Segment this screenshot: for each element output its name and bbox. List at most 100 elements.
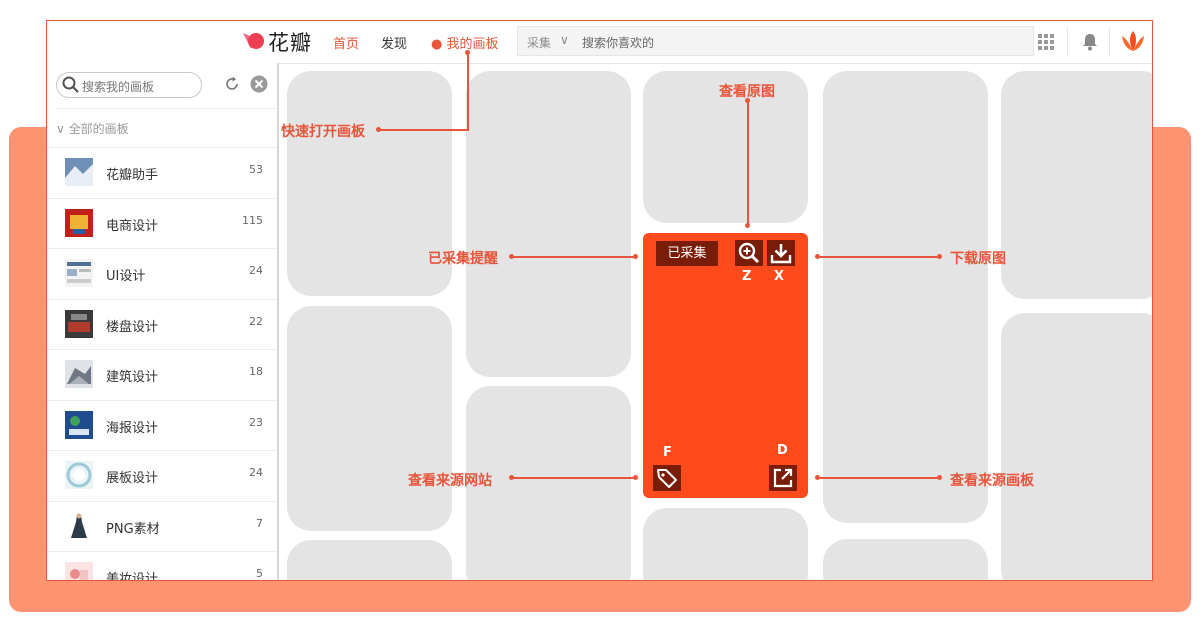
- pin-tile[interactable]: [1001, 71, 1152, 299]
- board-item[interactable]: 建筑设计 18: [47, 349, 277, 400]
- annotation-dot: [633, 254, 638, 259]
- board-name: 美妆设计: [106, 572, 159, 581]
- all-boards-toggle[interactable]: ∨ 全部的画板: [56, 120, 129, 137]
- board-count: 22: [249, 314, 263, 328]
- board-item[interactable]: UI设计 24: [47, 248, 277, 299]
- annotation-dot: [509, 254, 514, 259]
- external-link-icon: [773, 468, 793, 488]
- collected-badge: 已采集: [656, 241, 718, 266]
- board-name: 楼盘设计: [106, 319, 159, 335]
- search-icon: [62, 76, 79, 93]
- board-search-placeholder: 搜索我的画板: [82, 80, 155, 94]
- board-name: 电商设计: [106, 218, 159, 234]
- annotation-view-source-board: 查看来源画板: [950, 473, 1034, 489]
- annotation-line: [818, 477, 940, 479]
- board-sidebar: 搜索我的画板 ∨ 全部的画板 花瓣助手 53 电商设计 115 UI设计 24 …: [47, 63, 279, 581]
- annotation-line: [747, 102, 749, 226]
- board-count: 23: [249, 415, 263, 429]
- board-name: 海报设计: [106, 420, 159, 436]
- board-count: 24: [249, 466, 263, 479]
- source-board-shortcut-key: D: [777, 443, 788, 458]
- chevron-down-icon[interactable]: ∨: [560, 33, 569, 47]
- nav-home[interactable]: 首页: [333, 33, 359, 52]
- search-input[interactable]: 搜索你喜欢的: [582, 34, 654, 51]
- user-avatar-lotus-icon[interactable]: [1120, 29, 1146, 53]
- board-thumbnail: [65, 461, 93, 489]
- board-count: 115: [242, 213, 263, 227]
- app-window: 花瓣 首页 发现 ● 我的画板 采集 ∨ 搜索你喜欢的 搜索我的画板 ∨ 全部的…: [46, 20, 1153, 581]
- divider: [1109, 27, 1110, 57]
- board-count: 7: [256, 516, 263, 530]
- board-count: 18: [249, 365, 263, 378]
- annotation-dot: [815, 254, 820, 259]
- divider: [56, 108, 276, 109]
- pin-tile[interactable]: [287, 306, 452, 531]
- annotation-dot: [815, 475, 820, 480]
- board-name: UI设计: [106, 269, 146, 284]
- annotation-line: [512, 256, 636, 258]
- annotation-dot: [937, 475, 942, 480]
- annotation-line: [380, 129, 469, 131]
- board-item[interactable]: 楼盘设计 22: [47, 298, 277, 350]
- board-item[interactable]: 海报设计 23: [47, 399, 277, 451]
- annotation-dot: [633, 475, 638, 480]
- board-thumbnail: [65, 562, 93, 580]
- search-scope-select[interactable]: 采集: [527, 34, 551, 51]
- zoom-in-icon: [738, 242, 760, 264]
- board-thumbnail: [65, 410, 93, 439]
- top-bar: 花瓣 首页 发现 ● 我的画板 采集 ∨ 搜索你喜欢的: [47, 21, 1152, 64]
- annotation-dot: [937, 254, 942, 259]
- board-thumbnail: [65, 158, 93, 186]
- nav-my-boards[interactable]: ● 我的画板: [431, 33, 498, 52]
- logo-text[interactable]: 花瓣: [268, 27, 312, 57]
- annotation-collected-reminder: 已采集提醒: [428, 251, 498, 267]
- board-name: 花瓣助手: [106, 168, 159, 183]
- board-item[interactable]: 花瓣助手 53: [47, 147, 277, 198]
- annotation-dot: [509, 475, 514, 480]
- download-button[interactable]: [767, 240, 795, 266]
- divider: [1067, 27, 1068, 57]
- pin-waterfall-grid: 已采集 Z X F D: [279, 63, 1152, 580]
- tag-icon: [657, 469, 677, 488]
- pin-tile[interactable]: [823, 539, 988, 580]
- annotation-line: [512, 477, 636, 479]
- board-item[interactable]: 展板设计 24: [47, 450, 277, 501]
- annotation-dot: [465, 50, 470, 55]
- board-name: 建筑设计: [106, 370, 159, 385]
- board-thumbnail: [65, 208, 93, 237]
- board-name: 展板设计: [106, 471, 159, 486]
- zoom-button[interactable]: [735, 240, 763, 266]
- board-count: 53: [249, 163, 263, 176]
- logo-icon: [243, 33, 264, 49]
- bell-icon[interactable]: [1082, 33, 1098, 51]
- source-board-button[interactable]: [769, 465, 797, 491]
- source-site-button[interactable]: [653, 465, 681, 491]
- annotation-quick-open-board: 快速打开画板: [281, 124, 365, 140]
- nav-discover[interactable]: 发现: [381, 33, 407, 52]
- refresh-icon[interactable]: [223, 75, 241, 93]
- board-item[interactable]: 电商设计 115: [47, 197, 277, 249]
- board-item[interactable]: PNG素材 7: [47, 500, 277, 552]
- close-icon[interactable]: [250, 75, 268, 93]
- board-count: 24: [249, 264, 263, 277]
- board-name: PNG素材: [106, 521, 160, 537]
- pin-tile[interactable]: [287, 540, 452, 580]
- board-thumbnail: [65, 360, 93, 388]
- annotation-download-original: 下载原图: [950, 251, 1006, 267]
- search-bar[interactable]: 采集 ∨ 搜索你喜欢的: [517, 26, 1034, 56]
- hovered-pin-card[interactable]: 已采集 Z X F D: [643, 233, 808, 498]
- apps-grid-icon[interactable]: [1038, 34, 1054, 50]
- annotation-dot: [376, 127, 381, 132]
- pin-tile[interactable]: [1001, 313, 1152, 580]
- board-search-input[interactable]: 搜索我的画板: [56, 72, 202, 98]
- annotation-dot: [745, 223, 750, 228]
- board-count: 5: [256, 567, 263, 580]
- zoom-shortcut-key: Z: [742, 269, 752, 284]
- pin-tile[interactable]: [823, 71, 988, 523]
- pin-tile[interactable]: [643, 508, 808, 580]
- pin-tile[interactable]: [466, 71, 631, 377]
- board-item[interactable]: 美妆设计 5: [47, 551, 277, 581]
- board-thumbnail: [65, 259, 93, 287]
- annotation-dot: [745, 98, 750, 103]
- annotation-line: [818, 256, 940, 258]
